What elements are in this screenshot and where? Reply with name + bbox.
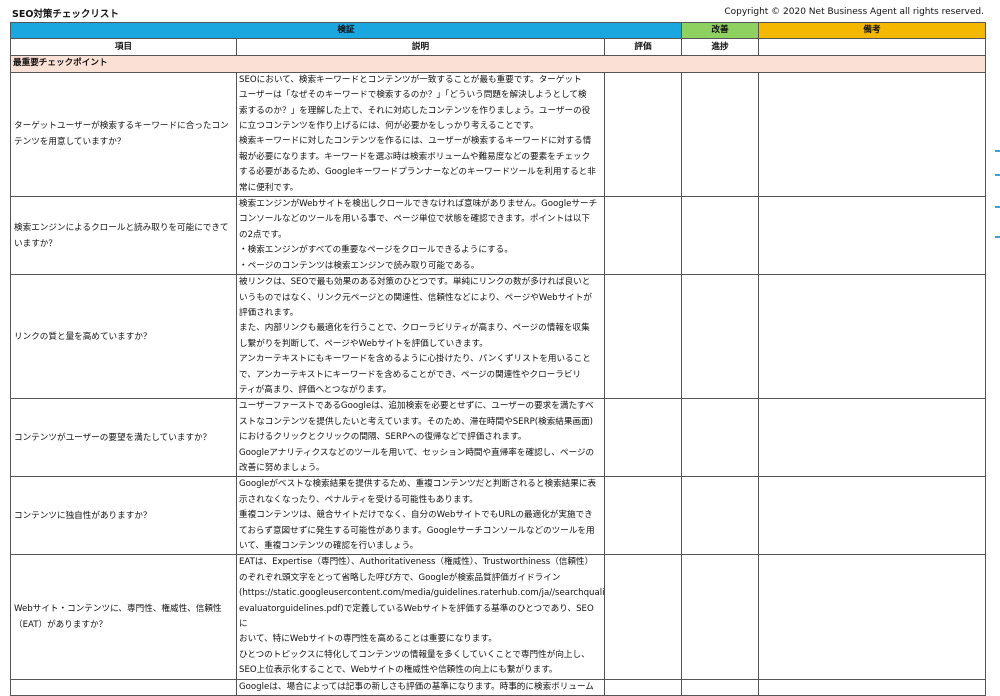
note-cell[interactable] (758, 196, 987, 276)
progress-cell[interactable] (681, 398, 760, 478)
progress-cell[interactable] (681, 476, 760, 556)
table-row: リンクの質と量を高めていますか？ 被リンクは、SEOで最も効果のある対策のひとつで… (10, 274, 987, 400)
note-cell[interactable] (758, 678, 987, 696)
rating-cell[interactable] (603, 476, 683, 556)
copyright-text: Copyright © 2020 Net Business Agent all … (724, 7, 984, 17)
sheet-topbar: SEO対策チェックリスト Copyright © 2020 Net Busine… (0, 0, 1000, 22)
rating-cell[interactable] (603, 554, 683, 680)
rating-cell[interactable] (603, 398, 683, 478)
description-cell[interactable]: Googleは、場合によっては記事の新しさも評価の基準になります。時事的に検索ボ… (236, 678, 605, 696)
item-cell[interactable]: ターゲットユーザーが検索するキーワードに合ったコンテンツを用意していますか？ (10, 71, 237, 198)
rating-cell[interactable] (603, 196, 683, 276)
column-header-item[interactable]: 項目 (10, 38, 237, 57)
item-cell[interactable] (10, 678, 237, 696)
item-cell[interactable]: コンテンツがユーザーの要望を満たしていますか？ (10, 398, 237, 478)
description-cell[interactable]: EATは、Expertise（専門性）、Authoritativeness（権威… (236, 554, 605, 680)
table-row: ターゲットユーザーが検索するキーワードに合ったコンテンツを用意していますか？ SE… (10, 71, 987, 198)
group-header-row: 検証 改善 備考 (9, 21, 987, 40)
document-title: SEO対策チェックリスト (12, 9, 119, 20)
column-header-rating[interactable]: 評価 (603, 38, 683, 57)
group-improve[interactable]: 改善 (681, 21, 760, 40)
table-row: コンテンツがユーザーの要望を満たしていますか？ ユーザーファーストであるGoogl… (10, 398, 987, 478)
description-cell[interactable]: 検索エンジンがWebサイトを検出しクロールできなければ意味がありません。Goog… (236, 196, 605, 276)
progress-cell[interactable] (681, 678, 760, 696)
table-row: 検索エンジンによるクロールと読み取りを可能にできていますか？ 検索エンジンがWeb… (10, 196, 987, 276)
rating-cell[interactable] (603, 71, 683, 198)
column-header-description[interactable]: 説明 (236, 38, 605, 57)
progress-cell[interactable] (681, 274, 760, 400)
rating-cell[interactable] (603, 274, 683, 400)
item-cell[interactable]: 検索エンジンによるクロールと読み取りを可能にできていますか？ (10, 196, 237, 276)
column-header-note[interactable] (758, 38, 987, 57)
group-note[interactable]: 備考 (758, 21, 987, 40)
column-header-progress[interactable]: 進捗 (681, 38, 760, 57)
column-header-row: 項目 説明 評価 進捗 (10, 38, 987, 57)
item-cell[interactable]: リンクの質と量を高めていますか？ (10, 274, 237, 400)
note-cell[interactable] (758, 398, 987, 478)
note-cell[interactable] (758, 71, 987, 198)
description-cell[interactable]: Googleがベストな検索結果を提供するため、重複コンテンツだと判断されると検索… (236, 476, 605, 556)
description-cell[interactable]: ユーザーファーストであるGoogleは、追加検索を必要とせずに、ユーザーの要求を… (236, 398, 605, 478)
description-cell[interactable]: SEOにおいて、検索キーワードとコンテンツが一致することが最も重要です。ターゲッ… (236, 71, 605, 198)
note-cell[interactable] (758, 554, 987, 680)
item-cell[interactable]: コンテンツに独自性がありますか？ (10, 476, 237, 556)
group-verify[interactable]: 検証 (9, 21, 683, 40)
table-row: コンテンツに独自性がありますか？ Googleがベストな検索結果を提供するため、重… (10, 476, 987, 556)
item-cell[interactable]: Webサイト・コンテンツに、専門性、権威性、信頼性（EAT）がありますか？ (10, 554, 237, 680)
table-row: Webサイト・コンテンツに、専門性、権威性、信頼性（EAT）がありますか？ EAT… (10, 554, 987, 680)
section-title[interactable]: 最重要チェックポイント (9, 55, 987, 73)
rating-cell[interactable] (603, 678, 683, 696)
progress-cell[interactable] (681, 196, 760, 276)
section-row: 最重要チェックポイント (9, 55, 987, 73)
note-cell[interactable] (758, 476, 987, 556)
checklist-table: 検証 改善 備考 項目 説明 評価 進捗 最重要チェックポイント ターゲットユーザーが検索するキ… (9, 21, 987, 696)
description-cell[interactable]: 被リンクは、SEOで最も効果のある対策のひとつです。単純にリンクの数が多ければ良… (236, 274, 605, 400)
progress-cell[interactable] (681, 71, 760, 198)
right-edge-marks (993, 150, 1000, 673)
table-row: Googleは、場合によっては記事の新しさも評価の基準になります。時事的に検索ボ… (10, 678, 987, 696)
progress-cell[interactable] (681, 554, 760, 680)
note-cell[interactable] (758, 274, 987, 400)
